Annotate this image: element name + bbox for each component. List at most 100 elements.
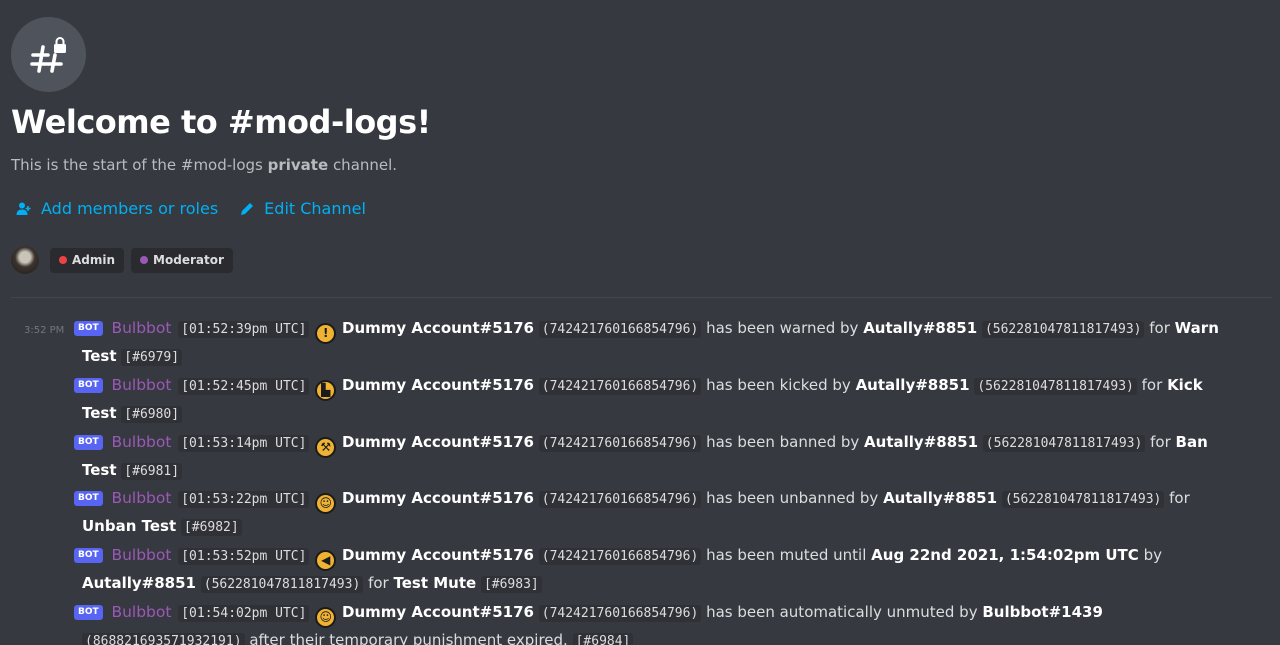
target-id: (742421760166854796) — [538, 604, 702, 622]
channel-actions: Add members or roles Edit Channel — [16, 199, 366, 218]
message-content: BOT Bulbbot [01:54:02pm UTC] ☺ Dummy Acc… — [74, 600, 1234, 645]
author-name[interactable]: Bulbbot — [111, 376, 171, 394]
author-name[interactable]: Bulbbot — [111, 546, 171, 564]
role-color-dot — [59, 256, 67, 264]
reason: Unban Test — [82, 517, 177, 536]
reason-prefix: for — [368, 574, 389, 593]
case-id: [#6984] — [572, 632, 634, 645]
moderator-user: Autally#8851 — [855, 375, 970, 394]
add-person-icon — [16, 202, 31, 215]
role-color-dot — [140, 256, 149, 264]
role-name: Moderator — [153, 253, 224, 267]
moderator-id: (868821693571932191) — [82, 632, 245, 645]
action-text: has been banned by — [706, 432, 860, 451]
hammer-icon: ⚒ — [315, 436, 337, 458]
target-user: Dummy Account#5176 — [342, 375, 534, 394]
mute-until: Aug 22nd 2021, 1:54:02pm UTC — [871, 546, 1139, 565]
muted-speaker-icon: ◀ — [315, 550, 337, 572]
action-text: has been unbanned by — [706, 489, 879, 508]
moderator-id: (562281047811817493) — [1001, 491, 1165, 509]
message-content: BOT Bulbbot [01:52:39pm UTC] ! Dummy Acc… — [74, 316, 1234, 368]
message-content: BOT Bulbbot [01:53:14pm UTC] ⚒ Dummy Acc… — [74, 430, 1234, 482]
role-pill-admin[interactable]: Admin — [50, 247, 125, 273]
member-avatar[interactable] — [11, 246, 39, 274]
bot-tag: BOT — [74, 548, 103, 564]
reason-prefix: after their temporary punishment expired… — [249, 630, 568, 645]
target-user: Dummy Account#5176 — [342, 602, 534, 621]
smile-icon: ☺ — [315, 606, 337, 628]
action-text: has been kicked by — [706, 375, 851, 394]
pencil-icon — [241, 203, 254, 215]
moderator-id: (562281047811817493) — [974, 377, 1137, 395]
author-name[interactable]: Bulbbot — [111, 603, 171, 621]
log-timestamp: [01:53:14pm UTC] — [178, 434, 310, 452]
author-name[interactable]: Bulbbot — [111, 489, 171, 507]
target-id: (742421760166854796) — [538, 548, 702, 566]
action-text: has been muted until — [706, 546, 867, 565]
message-content: BOT Bulbbot [01:52:45pm UTC] ▙ Dummy Acc… — [74, 373, 1234, 425]
message-time: 3:52 PM — [24, 325, 65, 336]
edit-channel-button[interactable]: Edit Channel — [240, 199, 366, 218]
log-timestamp: [01:52:45pm UTC] — [178, 377, 310, 395]
case-id: [#6982] — [180, 519, 242, 537]
reason-prefix: for — [1169, 489, 1190, 508]
moderator-user: Autally#8851 — [883, 489, 998, 508]
message: BOT Bulbbot [01:53:14pm UTC] ⚒ Dummy Acc… — [0, 430, 1280, 482]
log-timestamp: [01:53:52pm UTC] — [178, 548, 310, 566]
case-id: [#6983] — [480, 576, 542, 594]
moderator-id: (562281047811817493) — [981, 321, 1145, 338]
reason-prefix: for — [1150, 432, 1171, 451]
add-members-button[interactable]: Add members or roles — [16, 199, 218, 218]
message: BOT Bulbbot [01:53:22pm UTC] ☺ Dummy Acc… — [0, 486, 1280, 538]
welcome-title: Welcome to #mod-logs! — [11, 103, 431, 141]
reason: Test Mute — [393, 574, 477, 593]
moderator-user: Autally#8851 — [82, 574, 196, 593]
case-id: [#6980] — [121, 405, 183, 423]
bot-tag: BOT — [74, 321, 103, 336]
message: BOT Bulbbot [01:54:02pm UTC] ☺ Dummy Acc… — [0, 600, 1280, 645]
channel-access-row: Admin Moderator — [11, 246, 233, 274]
boot-icon: ▙ — [315, 379, 337, 401]
action-text: has been warned by — [706, 319, 859, 337]
welcome-subtitle: This is the start of the #mod-logs priva… — [11, 156, 397, 174]
welcome-sub-post: channel. — [332, 156, 398, 174]
message: BOT Bulbbot [01:52:45pm UTC] ▙ Dummy Acc… — [0, 373, 1280, 425]
target-id: (742421760166854796) — [538, 377, 702, 395]
add-members-label: Add members or roles — [41, 199, 219, 218]
bot-tag: BOT — [74, 434, 103, 450]
smile-icon: ☺ — [315, 493, 337, 515]
warning-icon: ! — [315, 323, 337, 344]
message: BOT Bulbbot [01:53:52pm UTC] ◀ Dummy Acc… — [0, 543, 1280, 595]
welcome-sub-bold: private — [267, 156, 329, 174]
author-name[interactable]: Bulbbot — [111, 319, 171, 337]
moderator-id: (562281047811817493) — [200, 576, 364, 594]
case-id: [#6979] — [121, 349, 183, 366]
moderator-user: Autally#8851 — [864, 432, 979, 451]
target-id: (742421760166854796) — [538, 491, 702, 509]
by-text: by — [1143, 546, 1162, 565]
reason-prefix: for — [1141, 375, 1163, 394]
welcome-sub-pre: This is the start of the #mod-logs — [11, 156, 263, 174]
case-id: [#6981] — [121, 462, 183, 480]
log-timestamp: [01:54:02pm UTC] — [178, 604, 310, 622]
bot-tag: BOT — [74, 491, 103, 507]
moderator-user: Autally#8851 — [863, 319, 978, 337]
reason-prefix: for — [1149, 319, 1170, 337]
bot-tag: BOT — [74, 604, 103, 620]
divider — [11, 297, 1272, 298]
hashtag-lock-icon — [29, 36, 66, 73]
author-name[interactable]: Bulbbot — [111, 433, 171, 451]
moderator-id: (562281047811817493) — [982, 434, 1146, 452]
message-content: BOT Bulbbot [01:53:22pm UTC] ☺ Dummy Acc… — [74, 486, 1234, 538]
moderator-user: Bulbbot#1439 — [982, 602, 1103, 621]
log-timestamp: [01:52:39pm UTC] — [178, 321, 310, 338]
message-list: 3:52 PM BOT Bulbbot [01:52:39pm UTC] ! D… — [0, 316, 1280, 645]
edit-channel-label: Edit Channel — [264, 199, 366, 218]
target-user: Dummy Account#5176 — [342, 432, 534, 451]
target-user: Dummy Account#5176 — [342, 319, 534, 337]
target-id: (742421760166854796) — [538, 434, 702, 452]
role-name: Admin — [72, 253, 116, 267]
private-channel-icon — [11, 17, 86, 92]
message: 3:52 PM BOT Bulbbot [01:52:39pm UTC] ! D… — [0, 316, 1280, 368]
role-pill-moderator[interactable]: Moderator — [131, 247, 233, 273]
